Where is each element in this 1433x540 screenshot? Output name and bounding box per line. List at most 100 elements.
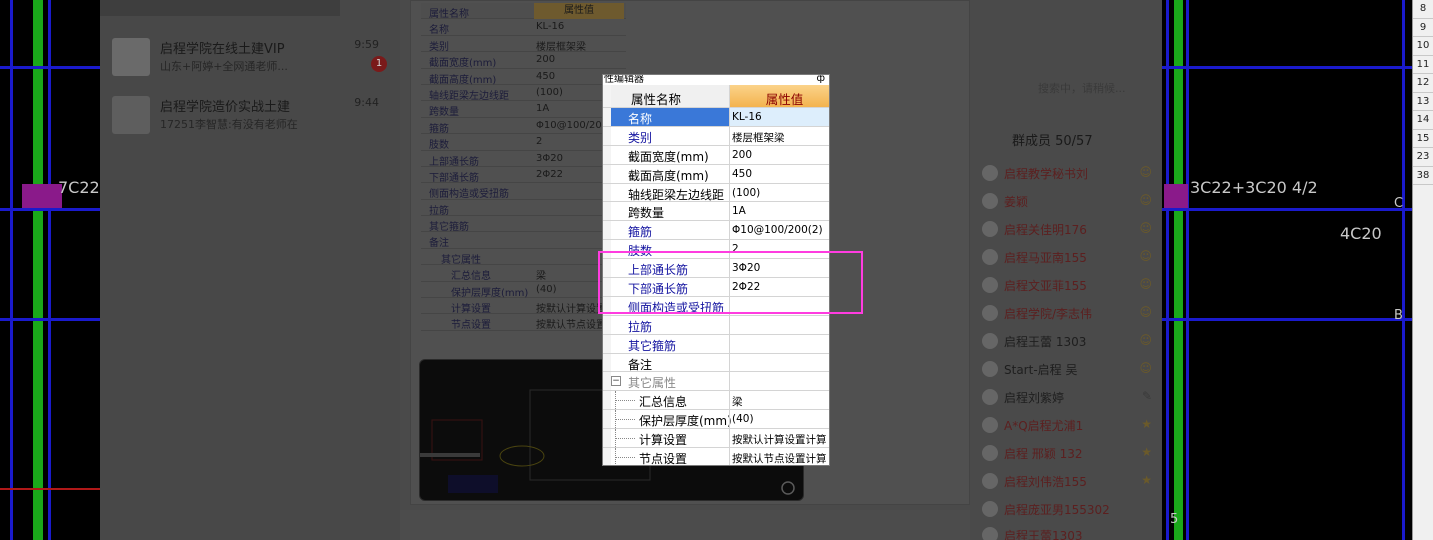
member-item[interactable]: Start-启程 吴 ☺: [982, 358, 1152, 380]
collapse-icon[interactable]: −: [611, 376, 621, 387]
property-row-calc-setting[interactable]: 计算设置 按默认计算设置计算: [603, 429, 829, 449]
cad-canvas-right[interactable]: 3C22+3C20 4/2 4C20 C B 5: [1162, 0, 1412, 540]
row-value: 1A: [536, 103, 550, 115]
property-value[interactable]: 按默认计算设置计算: [729, 429, 829, 448]
property-row-type[interactable]: 类别 楼层框架梁: [603, 126, 829, 146]
row-value: KL-16: [536, 21, 565, 33]
member-item[interactable]: 启程刘紫婷 ✎: [982, 386, 1152, 408]
property-value[interactable]: [729, 353, 829, 372]
property-row-width[interactable]: 截面宽度(mm) 200: [603, 145, 829, 165]
row-gutter: [603, 448, 611, 465]
property-value[interactable]: (40): [729, 410, 829, 429]
person-icon: ☺: [1139, 333, 1152, 347]
conversation-item[interactable]: 启程学院在线土建VIP 9:59 山东+阿婷+全网通老师... 1: [112, 38, 397, 88]
member-name: A*Q启程尤浦1: [1004, 419, 1084, 433]
member-item[interactable]: 启程庞亚男155302: [982, 498, 1152, 520]
property-value[interactable]: [729, 315, 829, 334]
property-value[interactable]: KL-16: [729, 108, 829, 126]
member-name: Start-启程 吴: [1004, 363, 1078, 377]
row-key: 截面高度(mm): [429, 74, 497, 86]
tree-line: [615, 419, 635, 421]
row-value: (40): [536, 283, 557, 295]
table-row: 下部通长筋 2Φ22: [421, 167, 626, 184]
avatar: [982, 305, 998, 321]
row-key: 跨数量: [429, 107, 459, 119]
member-item[interactable]: 启程教学秘书刘 ☺: [982, 162, 1152, 184]
header-value: 属性值: [534, 3, 624, 19]
property-key: 轴线距梁左边线距: [628, 187, 725, 202]
cad-line: [0, 318, 100, 321]
cad-canvas-left[interactable]: 7C22: [0, 0, 100, 540]
table-row: 类别 楼层框架梁: [421, 36, 626, 53]
property-row-cover[interactable]: 保护层厚度(mm) (40): [603, 410, 829, 430]
property-value[interactable]: 1A: [729, 202, 829, 221]
property-value[interactable]: Φ10@100/200(2): [729, 221, 829, 240]
member-item[interactable]: 启程 邢颖 132 ★: [982, 442, 1152, 464]
member-name: 启程庞亚男155302: [1004, 503, 1110, 517]
cad-line: [1162, 66, 1412, 69]
cad-line: [1402, 0, 1405, 540]
property-row-summary[interactable]: 汇总信息 梁: [603, 391, 829, 411]
table-row: 汇总信息 梁: [421, 265, 626, 282]
member-name: 启程教学秘书刘: [1004, 167, 1089, 181]
conversation-name: 启程学院造价实战土建: [160, 100, 291, 115]
members-title: 群成员 50/57: [1012, 134, 1093, 149]
property-group-label: 其它属性: [628, 376, 677, 391]
person-icon: ☺: [1139, 165, 1152, 179]
property-row-name[interactable]: 名称 KL-16: [603, 108, 829, 127]
row-key: 箍筋: [429, 123, 449, 135]
property-value[interactable]: 楼层框架梁: [729, 126, 829, 145]
member-name: 启程马亚南155: [1004, 251, 1087, 265]
property-key: 名称: [611, 108, 729, 126]
property-row-other-stirrup[interactable]: 其它箍筋: [603, 334, 829, 354]
row-key: 其它箍筋: [429, 222, 469, 234]
property-row-tie-bar[interactable]: 拉筋: [603, 315, 829, 335]
member-item[interactable]: 启程马亚南155 ☺: [982, 246, 1152, 268]
row-key: 备注: [429, 238, 449, 250]
property-row-remark[interactable]: 备注: [603, 353, 829, 373]
property-row-span-count[interactable]: 跨数量 1A: [603, 202, 829, 222]
tree-line: [615, 457, 635, 459]
property-key: 拉筋: [628, 319, 653, 334]
row-value: 3Φ20: [536, 152, 563, 164]
member-item[interactable]: 启程学院/李志伟 ☺: [982, 302, 1152, 324]
property-value[interactable]: [729, 334, 829, 353]
row-key: 侧面构造或受扭筋: [429, 189, 509, 201]
property-value[interactable]: 按默认节点设置计算: [729, 448, 829, 465]
property-row-stirrup[interactable]: 箍筋 Φ10@100/200(2): [603, 221, 829, 241]
avatar: [982, 249, 998, 265]
member-item[interactable]: 启程刘伟浩155 ★: [982, 470, 1152, 492]
editor-title: 性编辑器: [604, 75, 644, 85]
member-item[interactable]: 姜颖 ☺: [982, 190, 1152, 212]
property-row-offset[interactable]: 轴线距梁左边线距 (100): [603, 183, 829, 203]
property-row-height[interactable]: 截面高度(mm) 450: [603, 164, 829, 184]
table-row: 计算设置 按默认计算设置: [421, 298, 626, 315]
row-key: 拉筋: [429, 205, 449, 217]
property-value[interactable]: 200: [729, 145, 829, 164]
cad-line: [10, 0, 13, 540]
pin-icon[interactable]: ф: [816, 75, 825, 84]
row-value: 200: [536, 54, 556, 66]
avatar: [112, 96, 150, 134]
table-header: 属性名称 属性值: [603, 85, 829, 108]
member-name: 启程 邢颖 132: [1004, 447, 1083, 461]
table-row: 名称 KL-16: [421, 19, 626, 36]
property-row-node-setting[interactable]: 节点设置 按默认节点设置计算: [603, 448, 829, 465]
row-gutter: [603, 126, 611, 145]
property-group-other[interactable]: − 其它属性: [603, 372, 829, 392]
property-value[interactable]: 450: [729, 164, 829, 183]
member-name: 姜颖: [1004, 195, 1029, 209]
member-item[interactable]: 启程关佳明176 ☺: [982, 218, 1152, 240]
unread-badge: 1: [371, 56, 387, 72]
property-value[interactable]: (100): [729, 183, 829, 202]
member-item[interactable]: 启程文亚菲155 ☺: [982, 274, 1152, 296]
member-item[interactable]: 启程王蕾1303: [982, 524, 1152, 540]
table-row: 拉筋: [421, 200, 626, 217]
member-item[interactable]: 启程王蕾 1303 ☺: [982, 330, 1152, 352]
conversation-item[interactable]: 启程学院造价实战土建 9:44 17251李智慧:有没有老师在: [112, 96, 397, 146]
row-gutter: [603, 410, 611, 429]
property-value[interactable]: 梁: [729, 391, 829, 410]
member-item[interactable]: A*Q启程尤浦1 ★: [982, 414, 1152, 436]
row-gutter: [603, 145, 611, 164]
conversation-time: 9:44: [354, 96, 379, 109]
